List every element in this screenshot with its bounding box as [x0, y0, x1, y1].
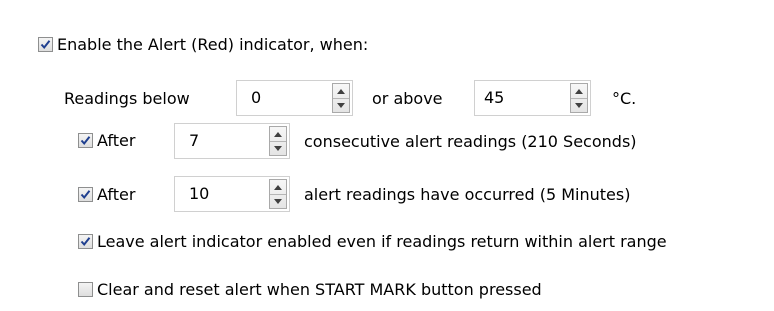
spin-down-arrow-icon[interactable]	[333, 98, 349, 112]
readings-below-value[interactable]: 0	[251, 81, 261, 115]
checkmark-icon	[40, 40, 51, 50]
after-consecutive-value[interactable]: 7	[189, 124, 199, 158]
or-above-label: or above	[372, 89, 443, 108]
leave-enabled-row: Leave alert indicator enabled even if re…	[78, 232, 667, 251]
alert-settings-panel: Enable the Alert (Red) indicator, when: …	[0, 0, 774, 311]
enable-alert-checkbox[interactable]	[38, 37, 53, 52]
readings-above-spin-buttons	[570, 83, 588, 113]
spin-up-arrow-icon[interactable]	[333, 84, 349, 99]
clear-reset-label[interactable]: Clear and reset alert when START MARK bu…	[97, 280, 542, 299]
readings-below-label: Readings below	[64, 89, 190, 108]
enable-alert-row: Enable the Alert (Red) indicator, when:	[38, 35, 368, 54]
readings-above-value[interactable]: 45	[484, 81, 504, 115]
after-occurred-row: After	[78, 185, 135, 204]
checkmark-icon	[80, 237, 91, 247]
spin-up-arrow-icon[interactable]	[270, 180, 286, 195]
after-occurred-spin-buttons	[269, 179, 287, 209]
after-consecutive-spin-buttons	[269, 126, 287, 156]
leave-enabled-checkbox[interactable]	[78, 234, 93, 249]
clear-reset-row: Clear and reset alert when START MARK bu…	[78, 280, 542, 299]
unit-label: °C.	[612, 89, 637, 108]
leave-enabled-label[interactable]: Leave alert indicator enabled even if re…	[97, 232, 667, 251]
clear-reset-checkbox[interactable]	[78, 282, 93, 297]
after-occurred-label[interactable]: After	[97, 185, 135, 204]
readings-below-spin-buttons	[332, 83, 350, 113]
after-occurred-spinner[interactable]: 10	[174, 176, 290, 212]
after-occurred-checkbox[interactable]	[78, 187, 93, 202]
spin-down-arrow-icon[interactable]	[571, 98, 587, 112]
spin-up-arrow-icon[interactable]	[270, 127, 286, 142]
after-consecutive-spinner[interactable]: 7	[174, 123, 290, 159]
after-occurred-suffix: alert readings have occurred (5 Minutes)	[304, 185, 631, 204]
after-consecutive-row: After	[78, 131, 135, 150]
after-consecutive-label[interactable]: After	[97, 131, 135, 150]
after-consecutive-suffix: consecutive alert readings (210 Seconds)	[304, 132, 637, 151]
checkmark-icon	[80, 136, 91, 146]
readings-above-spinner[interactable]: 45	[474, 80, 591, 116]
readings-below-spinner[interactable]: 0	[236, 80, 353, 116]
after-occurred-value[interactable]: 10	[189, 177, 209, 211]
spin-down-arrow-icon[interactable]	[270, 194, 286, 208]
spin-down-arrow-icon[interactable]	[270, 141, 286, 155]
enable-alert-label[interactable]: Enable the Alert (Red) indicator, when:	[57, 35, 368, 54]
checkmark-icon	[80, 190, 91, 200]
after-consecutive-checkbox[interactable]	[78, 133, 93, 148]
spin-up-arrow-icon[interactable]	[571, 84, 587, 99]
